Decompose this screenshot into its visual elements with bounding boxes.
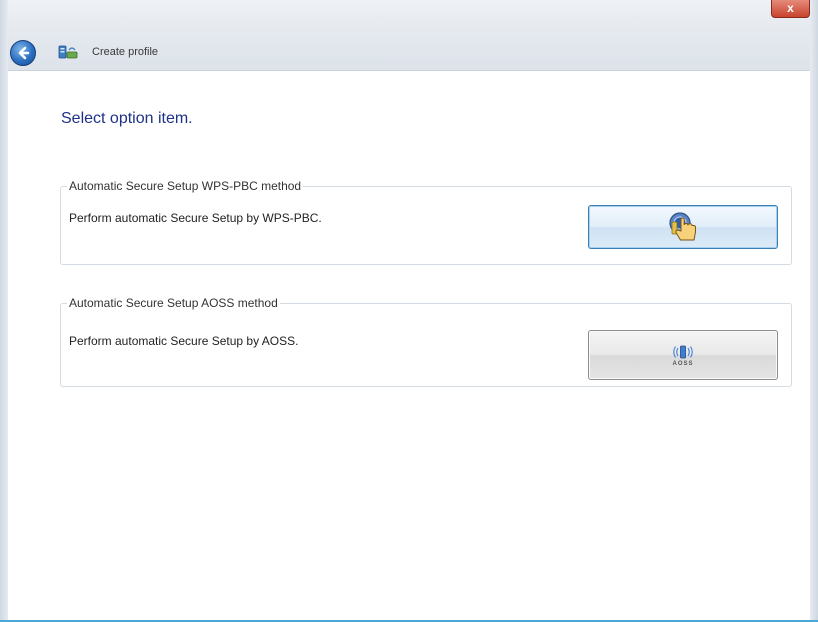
title-bar (0, 0, 818, 71)
window-border-left (0, 0, 8, 622)
wps-pbc-group-legend: Automatic Secure Setup WPS-PBC method (69, 179, 302, 193)
back-arrow-icon (18, 46, 30, 60)
close-icon: x (787, 1, 794, 15)
window-title: Create profile (92, 46, 159, 58)
close-button[interactable]: x (771, 0, 810, 18)
wps-pbc-group: Automatic Secure Setup WPS-PBC method Pe… (60, 179, 792, 265)
window-border-right (810, 0, 818, 622)
aoss-group-legend: Automatic Secure Setup AOSS method (69, 296, 278, 310)
aoss-description: Perform automatic Secure Setup by AOSS. (69, 334, 299, 348)
aoss-icon (673, 345, 693, 358)
back-button[interactable] (10, 40, 36, 66)
wps-pbc-button[interactable] (588, 205, 778, 249)
aoss-button-label: AOSS (672, 360, 694, 367)
content-area: Select option item. Automatic Secure Set… (8, 71, 810, 619)
wps-pbc-description: Perform automatic Secure Setup by WPS-PB… (69, 211, 322, 225)
network-adapter-icon (58, 45, 78, 59)
aoss-button[interactable]: AOSS (588, 330, 778, 380)
main-instruction: Select option item. (61, 110, 193, 127)
wps-push-button-icon (669, 212, 696, 241)
aoss-group: Automatic Secure Setup AOSS method Perfo… (60, 296, 792, 387)
